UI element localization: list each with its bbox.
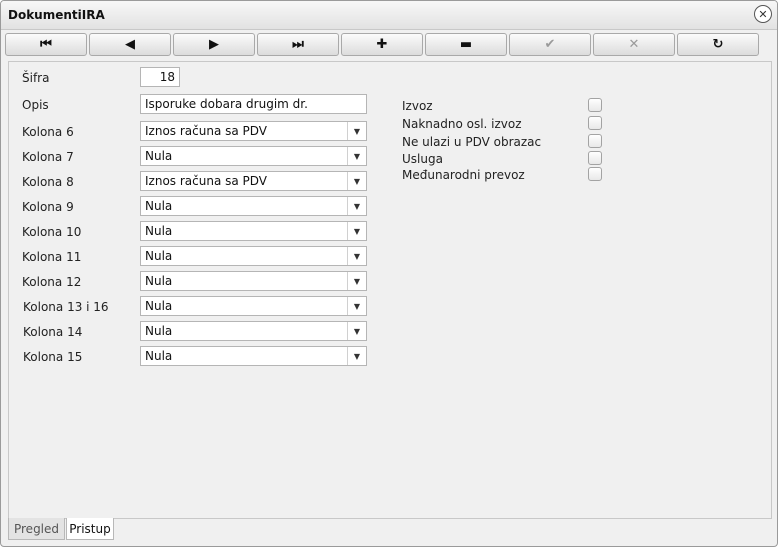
kolona-12-select[interactable]: Nula ▼: [140, 271, 367, 291]
kolona-6-value: Iznos računa sa PDV: [145, 124, 268, 138]
kolona-7-label: Kolona 7: [22, 150, 74, 164]
window-title: DokumentiIRA: [8, 8, 105, 22]
confirm-icon: ✔: [544, 37, 556, 52]
kolona-12-label: Kolona 12: [22, 275, 82, 289]
confirm-button[interactable]: ✔: [509, 33, 591, 56]
kolona-7-value: Nula: [145, 149, 173, 163]
usluga-label: Usluga: [402, 152, 443, 166]
chevron-down-icon[interactable]: ▼: [347, 222, 366, 240]
last-record-icon: ⏭: [292, 37, 304, 52]
kolona-6-select[interactable]: Iznos računa sa PDV ▼: [140, 121, 367, 141]
cancel-button[interactable]: ✕: [593, 33, 675, 56]
tab-pristup[interactable]: Pristup: [66, 518, 114, 540]
usluga-checkbox[interactable]: [588, 151, 602, 165]
tab-pregled[interactable]: Pregled: [8, 518, 65, 540]
izvoz-label: Izvoz: [402, 99, 433, 113]
dokumenti-ira-window: DokumentiIRA ✕ ⏮ ◀ ▶ ⏭ ✚ ▬ ✔ ✕ ↻ Šifra 1…: [0, 0, 778, 547]
remove-record-button[interactable]: ▬: [425, 33, 507, 56]
kolona-14-value: Nula: [145, 324, 173, 338]
kolona-10-label: Kolona 10: [22, 225, 82, 239]
previous-record-icon: ◀: [125, 37, 135, 52]
title-bar: DokumentiIRA ✕: [1, 1, 777, 30]
kolona-11-value: Nula: [145, 249, 173, 263]
kolona-15-select[interactable]: Nula ▼: [140, 346, 367, 366]
last-record-button[interactable]: ⏭: [257, 33, 339, 56]
naknadno-osl-izvoz-label: Naknadno osl. izvoz: [402, 117, 522, 131]
chevron-down-icon[interactable]: ▼: [347, 247, 366, 265]
kolona-6-label: Kolona 6: [22, 125, 74, 139]
sifra-label: Šifra: [22, 71, 50, 85]
izvoz-checkbox[interactable]: [588, 98, 602, 112]
chevron-down-icon[interactable]: ▼: [347, 147, 366, 165]
kolona-15-label: Kolona 15: [23, 350, 83, 364]
add-icon: ✚: [376, 37, 388, 52]
kolona-13-16-select[interactable]: Nula ▼: [140, 296, 367, 316]
first-record-icon: ⏮: [40, 37, 52, 52]
add-record-button[interactable]: ✚: [341, 33, 423, 56]
remove-icon: ▬: [459, 37, 473, 52]
kolona-8-select[interactable]: Iznos računa sa PDV ▼: [140, 171, 367, 191]
sifra-input[interactable]: 18: [140, 67, 180, 87]
chevron-down-icon[interactable]: ▼: [347, 347, 366, 365]
ne-ulazi-u-pdv-checkbox[interactable]: [588, 134, 602, 148]
medjunarodni-prevoz-label: Međunarodni prevoz: [402, 168, 525, 182]
opis-label: Opis: [22, 98, 49, 112]
chevron-down-icon[interactable]: ▼: [347, 172, 366, 190]
kolona-8-label: Kolona 8: [22, 175, 74, 189]
kolona-11-select[interactable]: Nula ▼: [140, 246, 367, 266]
kolona-10-value: Nula: [145, 224, 173, 238]
kolona-9-value: Nula: [145, 199, 173, 213]
first-record-button[interactable]: ⏮: [5, 33, 87, 56]
refresh-button[interactable]: ↻: [677, 33, 759, 56]
next-record-icon: ▶: [209, 37, 219, 52]
close-icon[interactable]: ✕: [754, 5, 772, 23]
opis-input[interactable]: Isporuke dobara drugim dr.: [140, 94, 367, 114]
kolona-10-select[interactable]: Nula ▼: [140, 221, 367, 241]
previous-record-button[interactable]: ◀: [89, 33, 171, 56]
navigation-toolbar: ⏮ ◀ ▶ ⏭ ✚ ▬ ✔ ✕ ↻: [1, 30, 777, 60]
refresh-icon: ↻: [712, 37, 724, 52]
chevron-down-icon[interactable]: ▼: [347, 272, 366, 290]
chevron-down-icon[interactable]: ▼: [347, 322, 366, 340]
kolona-11-label: Kolona 11: [22, 250, 82, 264]
medjunarodni-prevoz-checkbox[interactable]: [588, 167, 602, 181]
kolona-13-16-label: Kolona 13 i 16: [23, 300, 109, 314]
kolona-12-value: Nula: [145, 274, 173, 288]
ne-ulazi-u-pdv-label: Ne ulazi u PDV obrazac: [402, 135, 542, 149]
chevron-down-icon[interactable]: ▼: [347, 197, 366, 215]
kolona-14-label: Kolona 14: [23, 325, 83, 339]
kolona-9-select[interactable]: Nula ▼: [140, 196, 367, 216]
chevron-down-icon[interactable]: ▼: [347, 297, 366, 315]
kolona-7-select[interactable]: Nula ▼: [140, 146, 367, 166]
kolona-8-value: Iznos računa sa PDV: [145, 174, 268, 188]
kolona-14-select[interactable]: Nula ▼: [140, 321, 367, 341]
kolona-15-value: Nula: [145, 349, 173, 363]
kolona-9-label: Kolona 9: [22, 200, 74, 214]
kolona-13-16-value: Nula: [145, 299, 173, 313]
chevron-down-icon[interactable]: ▼: [347, 122, 366, 140]
cancel-icon: ✕: [628, 37, 640, 52]
next-record-button[interactable]: ▶: [173, 33, 255, 56]
form-panel: Šifra 18 Opis Isporuke dobara drugim dr.…: [8, 61, 772, 519]
naknadno-osl-izvoz-checkbox[interactable]: [588, 116, 602, 130]
